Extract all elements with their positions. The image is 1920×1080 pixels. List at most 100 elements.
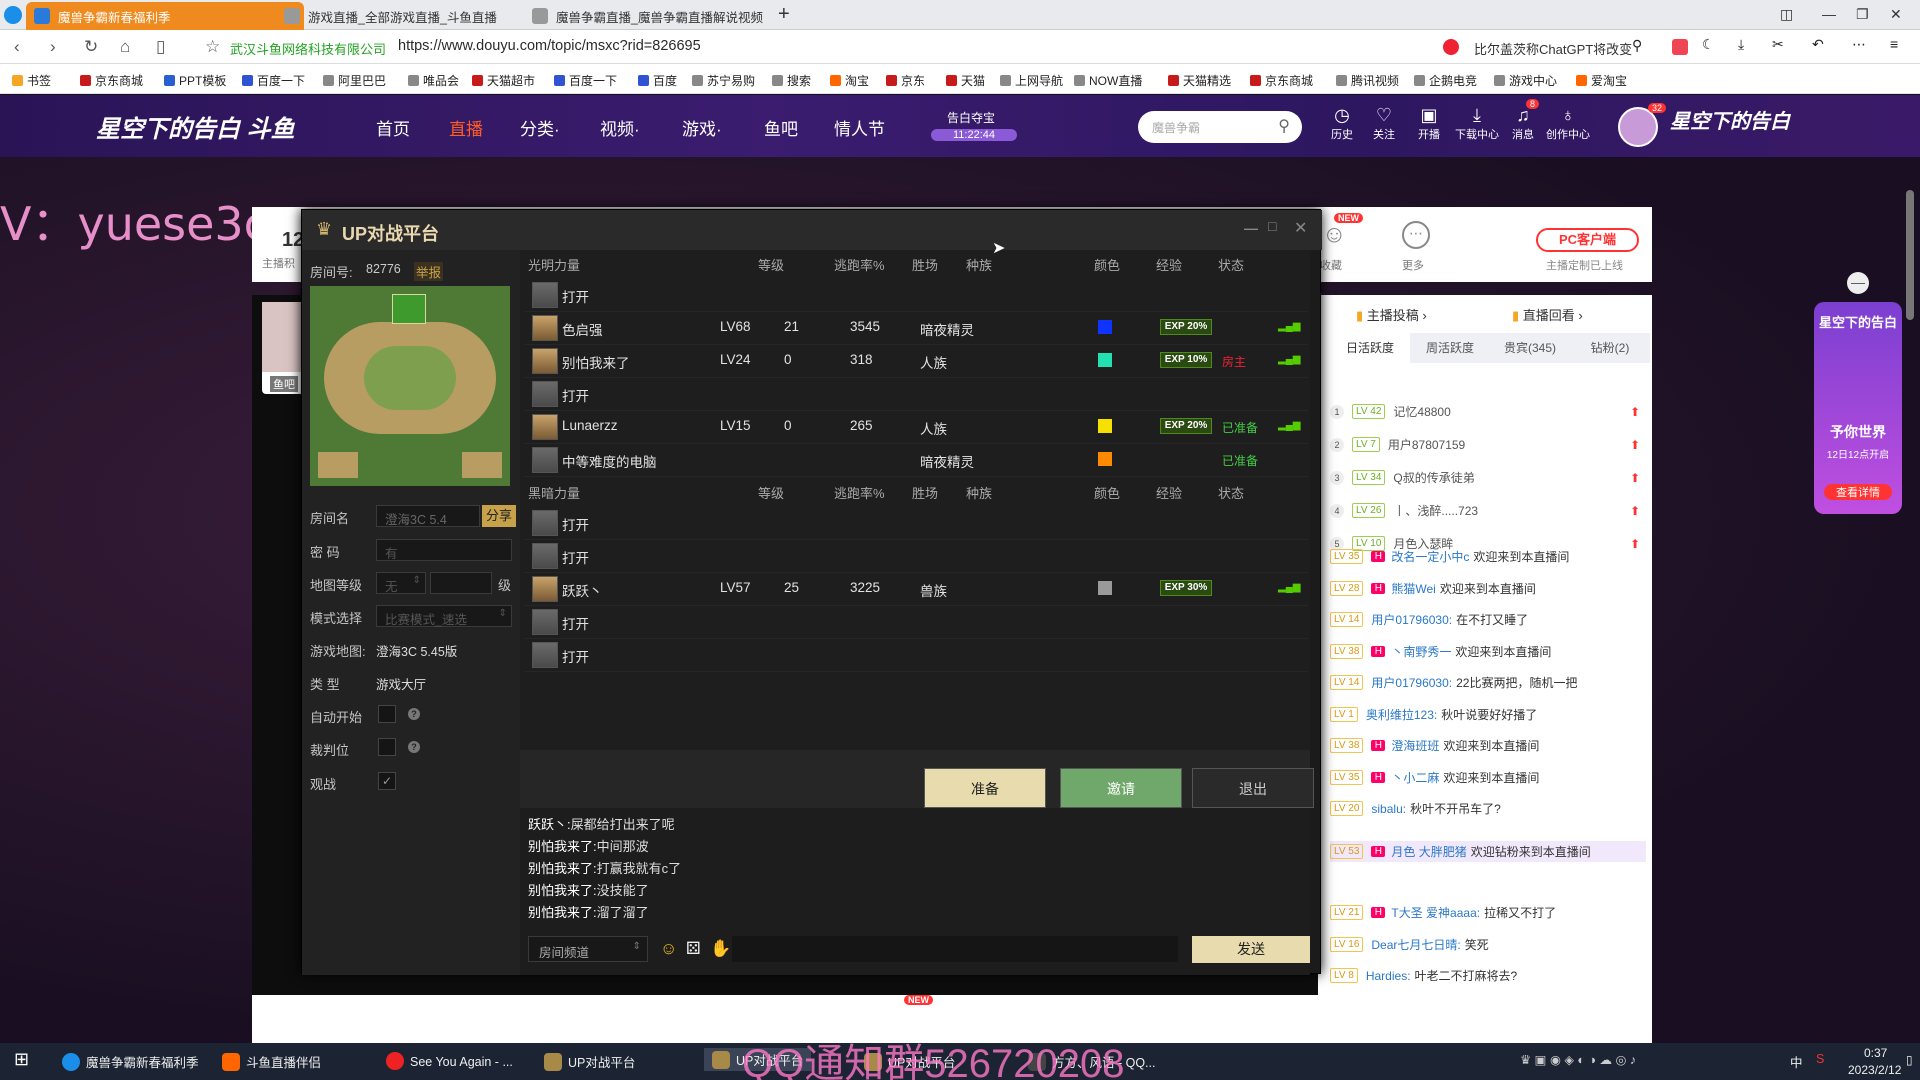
player-slot[interactable]: 打开 xyxy=(524,537,1308,573)
auto-start-checkbox[interactable] xyxy=(378,705,396,723)
bookmark-item[interactable]: 阿里巴巴 xyxy=(323,72,386,89)
minimize-icon[interactable]: — xyxy=(1244,220,1258,236)
header-search-input[interactable]: 魔兽争霸 ⚲ xyxy=(1138,111,1302,143)
observe-checkbox[interactable]: ✓ xyxy=(378,772,396,790)
channel-select[interactable]: 房间频道 ⇕ xyxy=(528,936,648,962)
rank-username[interactable]: 记忆48800 xyxy=(1393,403,1450,420)
send-button[interactable]: 发送 xyxy=(1192,936,1310,963)
more-icon[interactable]: ⋯ xyxy=(1852,36,1866,53)
url-field[interactable]: https://www.douyu.com/topic/msxc?rid=826… xyxy=(398,38,701,54)
player-color-swatch[interactable] xyxy=(1098,452,1112,466)
bookmark-item[interactable]: 京东商城 xyxy=(1250,72,1313,89)
bookmark-item[interactable]: 天猫超市 xyxy=(472,72,535,89)
rank-row[interactable]: 1 LV 42 记忆48800 ⬆ xyxy=(1330,403,1640,420)
tab-weekly[interactable]: 周活跃度 xyxy=(1410,333,1490,363)
room-name-input[interactable]: 澄海3C 5.4 xyxy=(376,505,480,527)
tab-daily[interactable]: 日活跃度 xyxy=(1330,333,1410,363)
player-color-swatch[interactable] xyxy=(1098,353,1112,367)
referee-checkbox[interactable] xyxy=(378,738,396,756)
go-live-button[interactable]: ▣ 开播 xyxy=(1414,105,1444,142)
nav-yuba[interactable]: 鱼吧 xyxy=(764,115,798,140)
player-slot[interactable]: 色启强 LV68 21 3545 暗夜精灵 EXP 20% ▂▄▆ xyxy=(524,309,1308,345)
chat-username[interactable]: 丶南野秀一 xyxy=(1391,643,1451,660)
share-button[interactable]: 分享 xyxy=(482,505,516,527)
search-box[interactable]: 比尔盖茨称ChatGPT将改变 xyxy=(1474,39,1632,58)
new-tab-button[interactable]: + xyxy=(778,3,790,26)
more-button[interactable]: ⋯ xyxy=(1402,221,1430,249)
bookmark-item[interactable]: 天猫精选 xyxy=(1168,72,1231,89)
chat-username[interactable]: 澄海班班 xyxy=(1391,737,1439,754)
bookmark-item[interactable]: 苏宁易购 xyxy=(692,72,755,89)
player-slot[interactable]: 打开 xyxy=(524,636,1308,672)
emoji-icon[interactable]: ☺ xyxy=(660,939,677,959)
chat-username[interactable]: 用户01796030: xyxy=(1371,611,1452,628)
player-slot[interactable]: 别怕我来了 LV24 0 318 人族 EXP 10% 房主 ▂▄▆ xyxy=(524,342,1308,378)
bookmark-item[interactable]: 爱淘宝 xyxy=(1576,72,1627,89)
player-slot[interactable]: 打开 xyxy=(524,504,1308,540)
player-color-swatch[interactable] xyxy=(1098,581,1112,595)
nav-video[interactable]: 视频· xyxy=(600,115,640,140)
yuba-card[interactable]: 鱼吧 xyxy=(262,302,306,394)
download-icon[interactable]: ⤓ xyxy=(1738,36,1744,53)
close-window-icon[interactable]: ✕ xyxy=(1890,6,1902,23)
close-icon[interactable]: ✕ xyxy=(1294,218,1307,238)
chat-username[interactable]: 熊猫Wei xyxy=(1391,580,1435,597)
taskbar-item[interactable]: 魔兽争霸新春福利季 xyxy=(62,1052,199,1071)
menu-icon[interactable]: ≡ xyxy=(1890,36,1898,52)
refresh-icon[interactable]: ↻ xyxy=(84,37,98,57)
minimize-icon[interactable]: — xyxy=(1822,6,1836,22)
forward-icon[interactable]: › xyxy=(50,37,56,57)
bookmark-item[interactable]: 百度 xyxy=(638,72,677,89)
scrollbar[interactable] xyxy=(1906,190,1914,320)
nav-valentine[interactable]: 情人节 xyxy=(834,115,885,140)
player-slot[interactable]: 打开 xyxy=(524,375,1308,411)
bookmark-item[interactable]: 京东商城 xyxy=(80,72,143,89)
bookmark-item[interactable]: 百度一下 xyxy=(554,72,617,89)
bookmark-item[interactable]: 唯品会 xyxy=(408,72,459,89)
user-avatar[interactable] xyxy=(1618,107,1658,147)
chat-username[interactable]: 丶小二麻 xyxy=(1391,769,1439,786)
star-icon[interactable]: ☆ xyxy=(205,37,220,57)
bookmark-item[interactable]: 上网导航 xyxy=(1000,72,1063,89)
bookmark-item[interactable]: PPT模板 xyxy=(164,72,226,89)
help-icon[interactable]: ? xyxy=(408,741,420,753)
nav-live[interactable]: 直播 xyxy=(449,115,483,140)
player-slot[interactable]: 跃跃丶 LV57 25 3225 兽族 EXP 30% ▂▄▆ xyxy=(524,570,1308,606)
moon-icon[interactable]: ☾ xyxy=(1702,36,1715,53)
nav-category[interactable]: 分类· xyxy=(520,115,560,140)
bookmark-item[interactable]: NOW直播 xyxy=(1074,72,1142,89)
taskbar-item[interactable]: 斗鱼直播伴侣 xyxy=(222,1052,321,1071)
hand-icon[interactable]: ✋ xyxy=(710,939,731,959)
home-icon[interactable]: ⌂ xyxy=(120,37,130,57)
player-slot[interactable]: 打开 xyxy=(524,276,1308,312)
search-icon[interactable]: ⚲ xyxy=(1632,37,1642,54)
password-input[interactable]: 有 xyxy=(376,539,512,561)
help-icon[interactable]: ? xyxy=(408,708,420,720)
search-engine-icon[interactable] xyxy=(1443,39,1459,55)
pc-client-button[interactable]: PC客户端 xyxy=(1536,228,1639,252)
chat-username[interactable]: 奥利维拉123: xyxy=(1366,706,1437,723)
countdown-label[interactable]: 告白夺宝 xyxy=(947,109,995,126)
bookmark-item[interactable]: 书签 xyxy=(12,72,51,89)
rank-username[interactable]: 丨、浅醉.....723 xyxy=(1393,502,1478,519)
chat-input[interactable] xyxy=(732,936,1178,962)
player-color-swatch[interactable] xyxy=(1098,419,1112,433)
promo-detail-button[interactable]: 查看详情 xyxy=(1824,484,1892,500)
rank-username[interactable]: 用户87807159 xyxy=(1388,436,1465,453)
ime-icon[interactable]: S xyxy=(1816,1052,1824,1066)
exit-button[interactable]: 退出 xyxy=(1192,768,1314,808)
chat-username[interactable]: sibalu: xyxy=(1371,802,1406,816)
rank-username[interactable]: Q叔的传承徒弟 xyxy=(1393,469,1474,486)
ime-indicator[interactable]: 中 xyxy=(1790,1052,1803,1071)
rank-row[interactable]: 2 LV 7 用户87807159 ⬆ xyxy=(1330,436,1640,453)
tray-icons[interactable]: ♛ ▣ ◉ ◈ ◐ ◑ ☁ ◎ ♪ xyxy=(1520,1052,1636,1067)
undo-icon[interactable]: ↶ xyxy=(1812,36,1824,53)
site-logo[interactable]: 星空下的告白 斗鱼 xyxy=(96,109,295,144)
bookmark-item[interactable]: 天猫 xyxy=(946,72,985,89)
ready-button[interactable]: 准备 xyxy=(924,768,1046,808)
rank-row[interactable]: 4 LV 26 丨、浅醉.....723 ⬆ xyxy=(1330,502,1640,519)
chat-username[interactable]: Dear七月七日晴: xyxy=(1371,936,1460,953)
bookmark-item[interactable]: 淘宝 xyxy=(830,72,869,89)
player-slot[interactable]: 中等难度的电脑 暗夜精灵 已准备 xyxy=(524,441,1308,477)
tab-2[interactable]: 魔兽争霸直播_魔兽争霸直播解说视频 xyxy=(524,2,802,30)
